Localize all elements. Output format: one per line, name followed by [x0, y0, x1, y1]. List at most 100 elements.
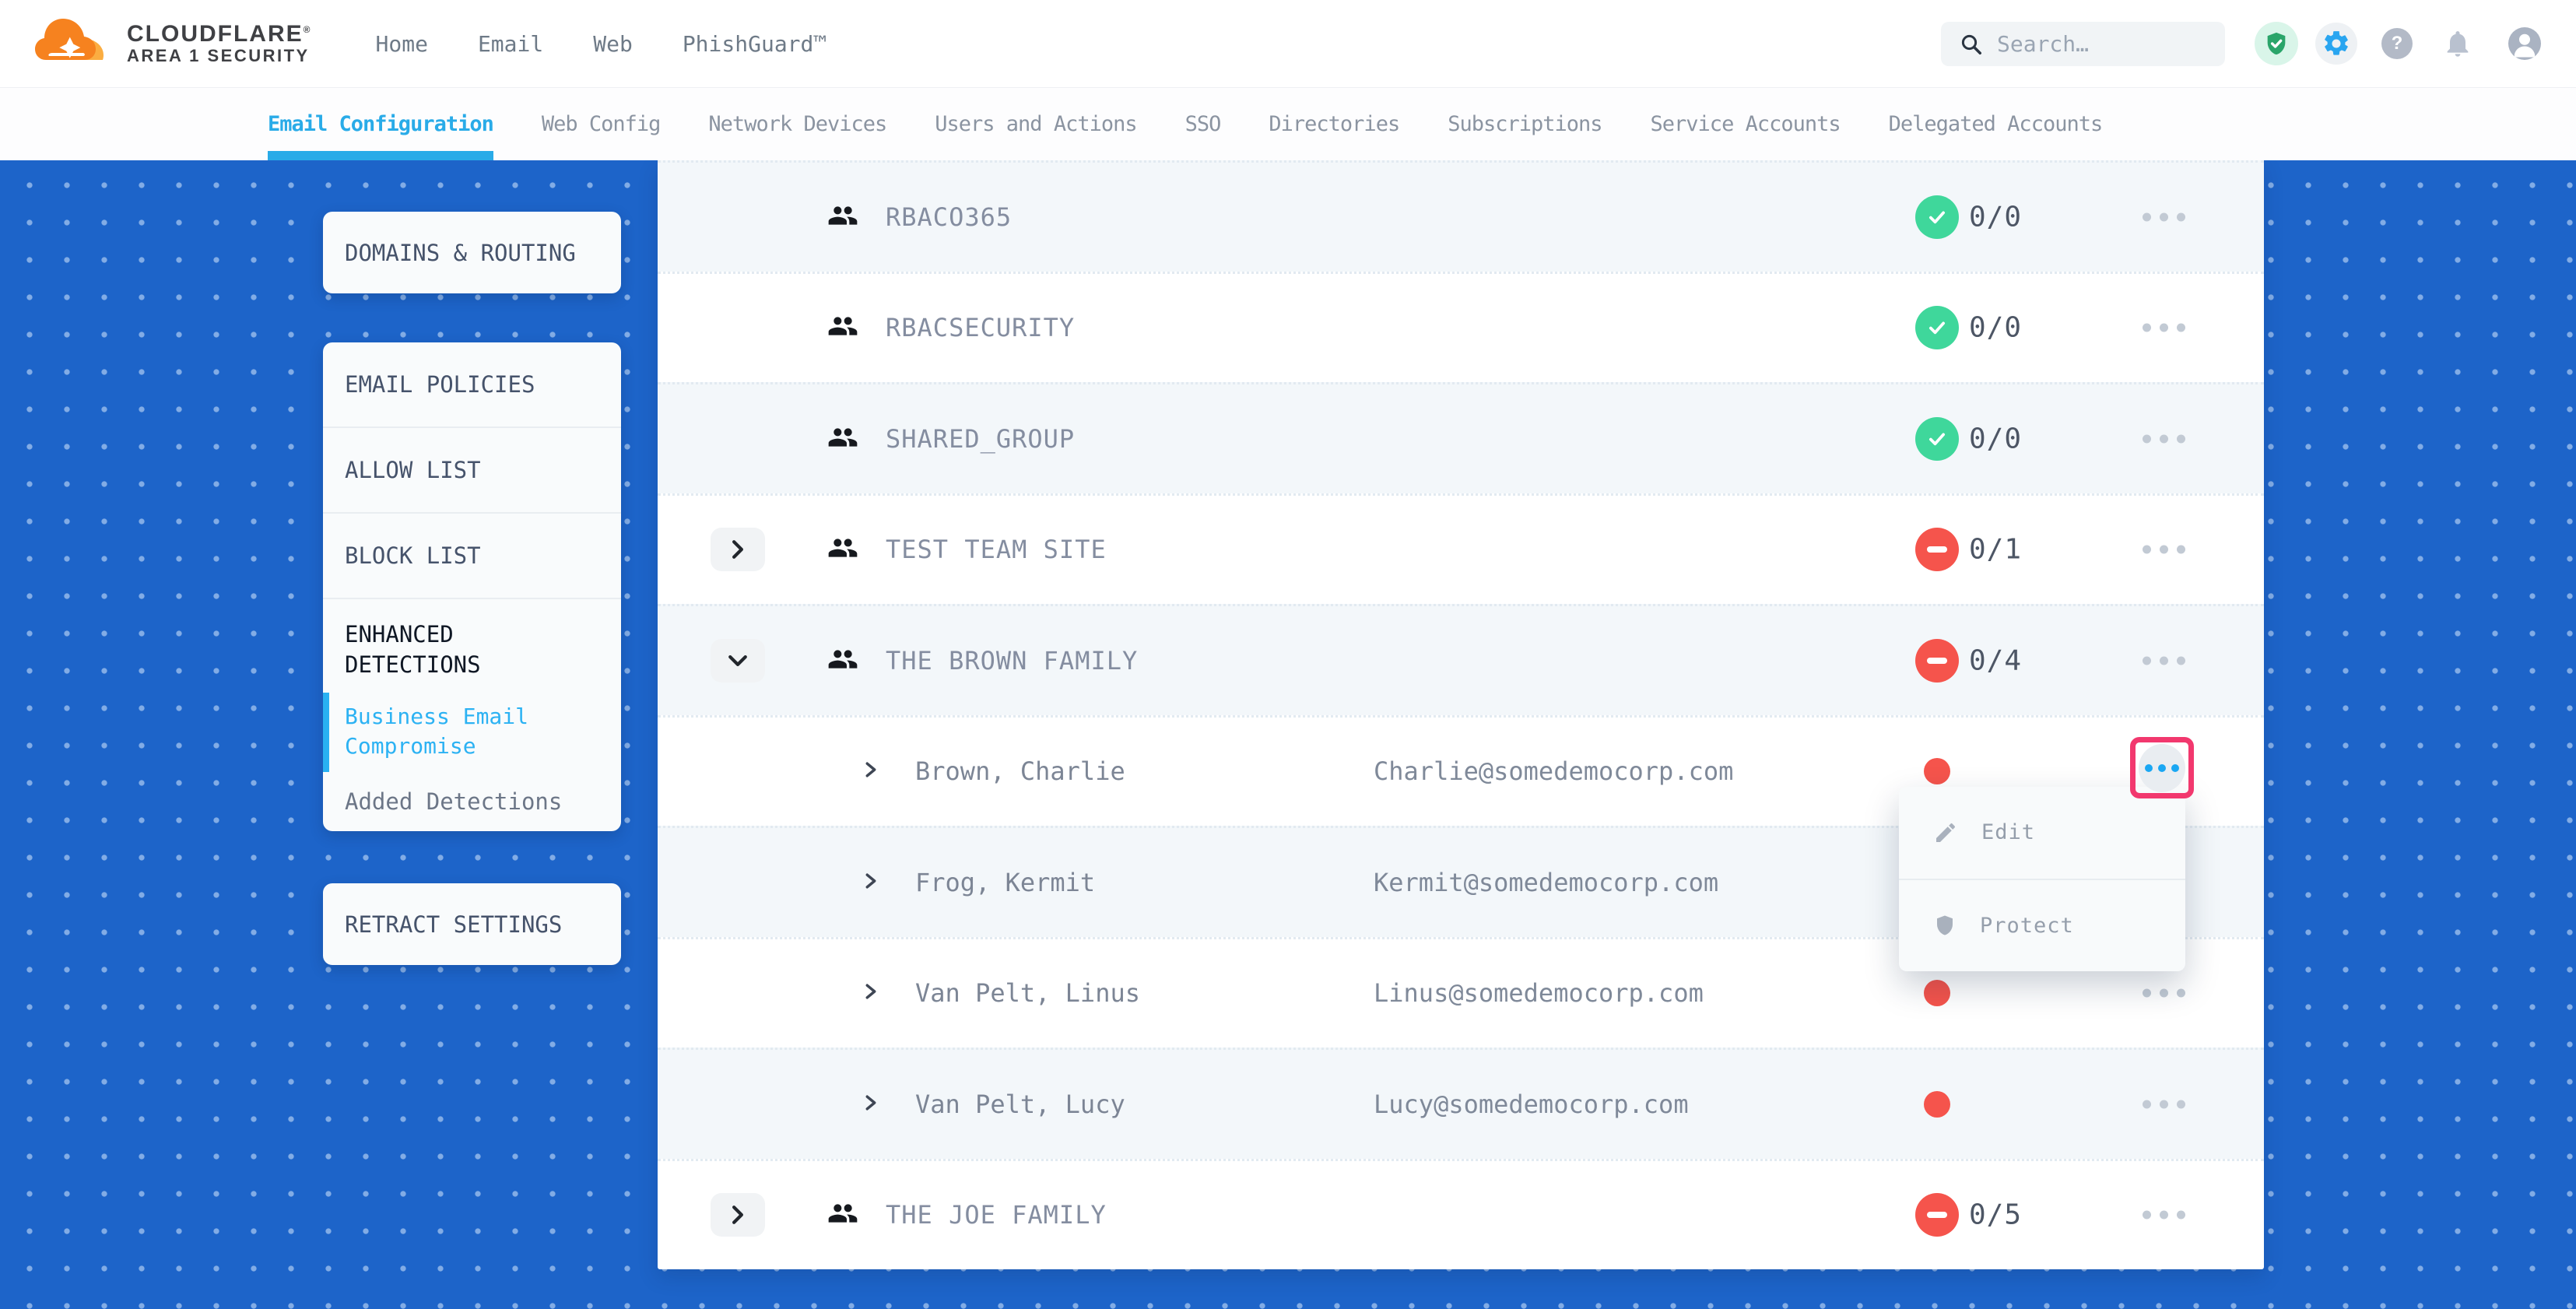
menu-item-edit[interactable]: Edit: [1899, 787, 2185, 879]
row-menu-button[interactable]: [2138, 1089, 2190, 1119]
sidebar-item-retract-settings[interactable]: RETRACT SETTINGS: [323, 883, 621, 965]
table-row[interactable]: RBACO365 0/0: [658, 160, 2264, 272]
sidebar-item-domains-routing[interactable]: DOMAINS & ROUTING: [323, 212, 621, 293]
chevron-right-icon: [730, 1205, 746, 1225]
row-menu-button[interactable]: [2138, 645, 2190, 676]
menu-item-label: Edit: [1981, 820, 2035, 844]
row-menu-button[interactable]: [2138, 313, 2190, 343]
member-count: 0/5: [1969, 1199, 2022, 1231]
member-chevron-icon: [865, 983, 877, 1003]
sidebar-card-retract: RETRACT SETTINGS: [323, 883, 621, 965]
expand-button[interactable]: [711, 528, 765, 571]
tab-users-and-actions[interactable]: Users and Actions: [935, 88, 1136, 160]
tab-directories[interactable]: Directories: [1269, 88, 1399, 160]
tab-web-config[interactable]: Web Config: [542, 88, 661, 160]
sidebar-item-email-policies[interactable]: EMAIL POLICIES: [323, 342, 621, 426]
search-input[interactable]: [1995, 30, 2209, 58]
chevron-right-icon: [730, 539, 746, 560]
tab-network-devices[interactable]: Network Devices: [708, 88, 886, 160]
tab-email-configuration[interactable]: Email Configuration: [268, 88, 493, 160]
sidebar-item-business-email-compromise[interactable]: Business Email Compromise: [323, 693, 561, 772]
nav-web[interactable]: Web: [593, 31, 633, 57]
search-box[interactable]: [1941, 22, 2225, 66]
brand-text: CLOUDFLARE® AREA 1 SECURITY: [127, 21, 312, 65]
nav-home[interactable]: Home: [376, 31, 428, 57]
group-name: THE BROWN FAMILY: [886, 646, 1138, 676]
table-row[interactable]: Van Pelt, Lucy Lucy@somedemocorp.com: [658, 1048, 2264, 1159]
sidebar-item-block-list[interactable]: BLOCK LIST: [323, 514, 621, 598]
sidebar-item-allow-list[interactable]: ALLOW LIST: [323, 428, 621, 512]
member-chevron-icon: [865, 761, 877, 781]
row-menu-button[interactable]: [2138, 978, 2190, 1009]
table-row[interactable]: THE JOE FAMILY 0/5: [658, 1159, 2264, 1270]
group-name: THE JOE FAMILY: [886, 1200, 1107, 1230]
group-icon: [827, 1202, 858, 1228]
pencil-icon: [1933, 820, 1958, 845]
shield-check-icon[interactable]: [2255, 22, 2298, 65]
member-email: Charlie@somedemocorp.com: [1374, 756, 1733, 786]
member-count: 0/0: [1969, 423, 2022, 454]
tab-delegated-accounts[interactable]: Delegated Accounts: [1889, 88, 2103, 160]
nav-phishguard[interactable]: PhishGuard™: [683, 31, 826, 57]
member-count: 0/0: [1969, 312, 2022, 344]
group-name: SHARED_GROUP: [886, 424, 1075, 454]
member-name: Brown, Charlie: [915, 756, 1125, 786]
row-menu-button[interactable]: [2138, 1200, 2190, 1230]
member-count: 0/0: [1969, 201, 2022, 233]
menu-item-protect[interactable]: Protect: [1899, 880, 2185, 972]
status-dot: [1924, 758, 1950, 784]
sidebar-card-policies: EMAIL POLICIES ALLOW LIST BLOCK LIST ENH…: [323, 342, 621, 831]
member-name: Van Pelt, Lucy: [915, 1090, 1125, 1119]
groups-table: RBACO365 0/0 RBACSECURITY 0/0 SHARED_GRO…: [658, 160, 2264, 1269]
table-row[interactable]: THE BROWN FAMILY 0/4: [658, 604, 2264, 715]
group-name: RBACO365: [886, 202, 1012, 232]
member-email: Kermit@somedemocorp.com: [1374, 868, 1718, 897]
app-header: CLOUDFLARE® AREA 1 SECURITY Home Email W…: [0, 0, 2576, 87]
status-check-icon: [1915, 195, 1959, 239]
account-avatar-icon[interactable]: [2508, 27, 2541, 60]
group-name: RBACSECURITY: [886, 313, 1075, 342]
row-menu-button[interactable]: [2138, 535, 2190, 565]
status-dot: [1924, 980, 1950, 1006]
member-chevron-icon: [865, 1094, 877, 1114]
collapse-button[interactable]: [711, 639, 765, 683]
shield-icon: [1933, 913, 1957, 938]
group-icon: [827, 426, 858, 452]
tab-sso[interactable]: SSO: [1185, 88, 1221, 160]
row-menu-button[interactable]: [2138, 202, 2190, 232]
primary-nav: Home Email Web PhishGuard™: [376, 31, 827, 57]
group-icon: [827, 314, 858, 341]
tab-subscriptions[interactable]: Subscriptions: [1448, 88, 1602, 160]
member-email: Linus@somedemocorp.com: [1374, 978, 1704, 1008]
expand-button[interactable]: [711, 1193, 765, 1237]
row-menu-button-highlighted[interactable]: [2130, 737, 2194, 798]
sidebar-item-added-detections[interactable]: Added Detections: [323, 772, 621, 831]
settings-gear-icon[interactable]: [2315, 23, 2357, 65]
chevron-down-icon: [728, 653, 748, 669]
group-name: TEST TEAM SITE: [886, 535, 1107, 564]
table-row[interactable]: TEST TEAM SITE 0/1: [658, 493, 2264, 605]
group-icon: [827, 536, 858, 563]
status-minus-icon: [1915, 639, 1959, 683]
sidebar-item-enhanced-detections[interactable]: ENHANCED DETECTIONS: [323, 599, 546, 693]
secondary-nav: Email Configuration Web Config Network D…: [0, 87, 2576, 160]
row-menu-button[interactable]: [2138, 423, 2190, 454]
cloudflare-cloud-icon: [33, 12, 119, 75]
notifications-bell-icon[interactable]: [2441, 26, 2475, 61]
search-icon: [1960, 33, 1983, 56]
group-icon: [827, 647, 858, 674]
member-name: Frog, Kermit: [915, 868, 1095, 897]
status-check-icon: [1915, 306, 1959, 349]
help-icon[interactable]: ?: [2381, 28, 2413, 59]
cloudflare-logo[interactable]: CLOUDFLARE® AREA 1 SECURITY: [33, 12, 312, 75]
member-email: Lucy@somedemocorp.com: [1374, 1090, 1689, 1119]
member-chevron-icon: [865, 872, 877, 893]
sidebar-card-domains: DOMAINS & ROUTING: [323, 212, 621, 293]
brand-title: CLOUDFLARE: [127, 21, 304, 47]
brand-subtitle: AREA 1 SECURITY: [127, 47, 312, 65]
nav-email[interactable]: Email: [478, 31, 543, 57]
member-name: Van Pelt, Linus: [915, 978, 1140, 1008]
table-row[interactable]: SHARED_GROUP 0/0: [658, 382, 2264, 493]
tab-service-accounts[interactable]: Service Accounts: [1651, 88, 1841, 160]
table-row[interactable]: RBACSECURITY 0/0: [658, 272, 2264, 383]
